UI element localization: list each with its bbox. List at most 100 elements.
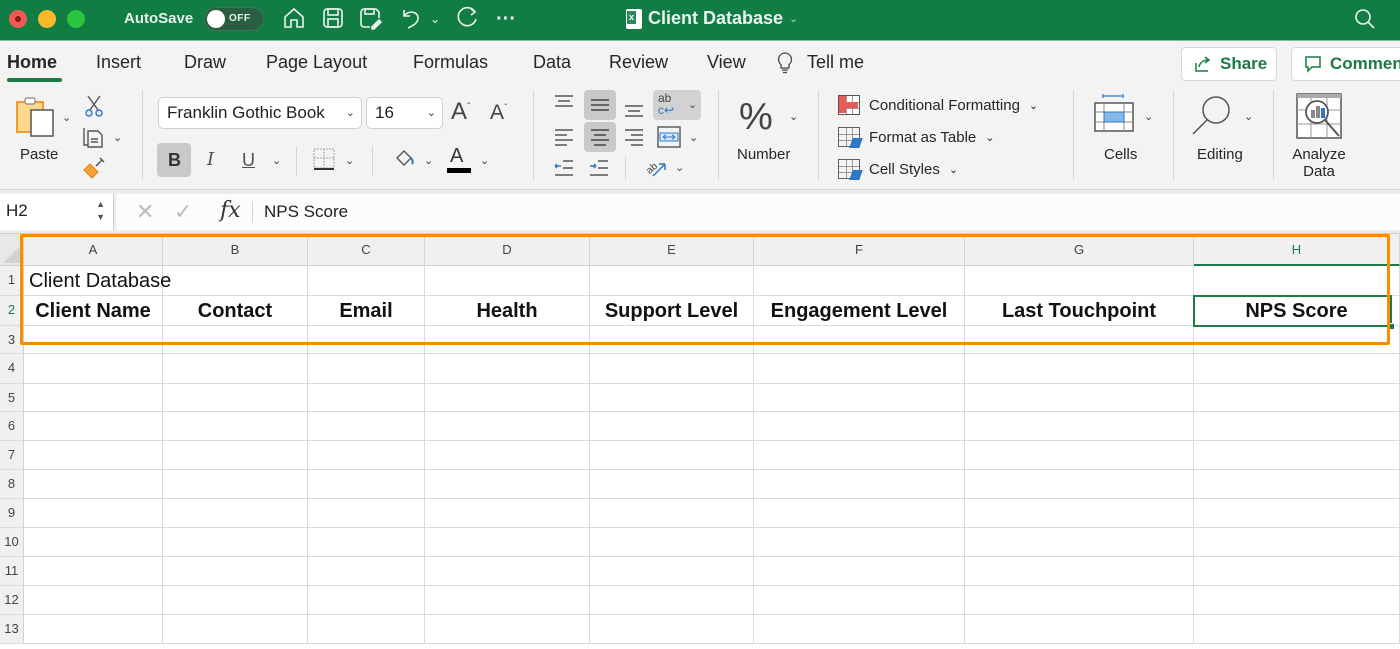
increase-indent-icon[interactable] <box>588 158 610 178</box>
cell-e5[interactable] <box>590 384 754 412</box>
cell-g9[interactable] <box>965 499 1194 528</box>
cell-c10[interactable] <box>308 528 425 557</box>
cell-c2[interactable]: Email <box>308 296 425 326</box>
cell-c4[interactable] <box>308 354 425 384</box>
cell-h5[interactable] <box>1194 384 1400 412</box>
cell-b8[interactable] <box>163 470 308 499</box>
cell-h10[interactable] <box>1194 528 1400 557</box>
column-header-f[interactable]: F <box>754 234 965 266</box>
cell-e12[interactable] <box>590 586 754 615</box>
cell-a3[interactable] <box>24 326 163 354</box>
cell-styles-button[interactable]: Cell Styles ⌄ <box>838 156 958 182</box>
cell-e4[interactable] <box>590 354 754 384</box>
row-header-5[interactable]: 5 <box>0 384 24 412</box>
cell-e2[interactable]: Support Level <box>590 296 754 326</box>
cell-d5[interactable] <box>425 384 590 412</box>
cell-a2[interactable]: Client Name <box>24 296 163 326</box>
cut-icon[interactable] <box>84 94 104 118</box>
align-top-icon[interactable] <box>553 94 575 112</box>
column-header-a[interactable]: A <box>24 234 163 266</box>
minimize-window-button[interactable] <box>38 10 56 28</box>
more-icon[interactable]: ··· <box>494 6 518 32</box>
tell-me-search[interactable]: Tell me <box>807 52 864 73</box>
cell-h12[interactable] <box>1194 586 1400 615</box>
row-header-13[interactable]: 13 <box>0 615 24 644</box>
cell-e6[interactable] <box>590 412 754 441</box>
cell-f2[interactable]: Engagement Level <box>754 296 965 326</box>
cell-a13[interactable] <box>24 615 163 644</box>
name-box[interactable]: H2 ▲ ▼ <box>0 194 114 230</box>
column-header-d[interactable]: D <box>425 234 590 266</box>
align-bottom-icon[interactable] <box>623 100 645 118</box>
cell-c13[interactable] <box>308 615 425 644</box>
column-header-g[interactable]: G <box>965 234 1194 266</box>
wrap-text-button[interactable]: ab c↩ ⌄ <box>653 90 701 120</box>
cell-a7[interactable] <box>24 441 163 470</box>
search-icon[interactable] <box>1354 8 1376 30</box>
cell-c8[interactable] <box>308 470 425 499</box>
tab-insert[interactable]: Insert <box>96 52 141 73</box>
editing-search-icon[interactable] <box>1190 94 1234 138</box>
cell-a12[interactable] <box>24 586 163 615</box>
cell-h11[interactable] <box>1194 557 1400 586</box>
cell-h13[interactable] <box>1194 615 1400 644</box>
cell-f7[interactable] <box>754 441 965 470</box>
cell-e10[interactable] <box>590 528 754 557</box>
tab-data[interactable]: Data <box>533 52 571 73</box>
cell-a9[interactable] <box>24 499 163 528</box>
redo-icon[interactable] <box>454 6 480 32</box>
row-header-9[interactable]: 9 <box>0 499 24 528</box>
cancel-formula-icon[interactable]: ✕ <box>136 199 154 225</box>
cell-d2[interactable]: Health <box>425 296 590 326</box>
cell-b4[interactable] <box>163 354 308 384</box>
fill-color-icon[interactable] <box>394 148 416 168</box>
save-as-icon[interactable] <box>357 6 383 32</box>
cell-h9[interactable] <box>1194 499 1400 528</box>
cell-a5[interactable] <box>24 384 163 412</box>
undo-icon[interactable] <box>398 6 424 32</box>
underline-button[interactable]: U <box>242 151 255 169</box>
cell-e8[interactable] <box>590 470 754 499</box>
cell-e9[interactable] <box>590 499 754 528</box>
cell-b9[interactable] <box>163 499 308 528</box>
format-painter-icon[interactable] <box>82 156 106 180</box>
copy-icon[interactable] <box>82 125 104 149</box>
document-title[interactable]: Client Database ⌄ <box>626 8 798 29</box>
row-header-2[interactable]: 2 <box>0 296 24 326</box>
cell-c7[interactable] <box>308 441 425 470</box>
share-button[interactable]: Share <box>1181 47 1277 81</box>
cell-b3[interactable] <box>163 326 308 354</box>
orientation-icon[interactable]: ab <box>643 154 669 180</box>
cell-c9[interactable] <box>308 499 425 528</box>
column-header-e[interactable]: E <box>590 234 754 266</box>
cell-h4[interactable] <box>1194 354 1400 384</box>
cell-d13[interactable] <box>425 615 590 644</box>
fill-color-dropdown-chevron-icon[interactable]: ⌄ <box>424 154 433 167</box>
cell-d1[interactable] <box>425 266 590 296</box>
cell-a11[interactable] <box>24 557 163 586</box>
tab-formulas[interactable]: Formulas <box>413 52 488 73</box>
cell-f3[interactable] <box>754 326 965 354</box>
cell-d10[interactable] <box>425 528 590 557</box>
cell-g10[interactable] <box>965 528 1194 557</box>
zoom-window-button[interactable] <box>67 10 85 28</box>
row-header-11[interactable]: 11 <box>0 557 24 586</box>
analyze-data-icon[interactable] <box>1295 92 1345 142</box>
decrease-font-size-icon[interactable]: Aˇ <box>490 102 507 123</box>
undo-dropdown-chevron-icon[interactable]: ⌄ <box>428 6 442 32</box>
cell-d9[interactable] <box>425 499 590 528</box>
align-center-button[interactable] <box>584 122 616 152</box>
cell-a8[interactable] <box>24 470 163 499</box>
decrease-indent-icon[interactable] <box>553 158 575 178</box>
column-header-h[interactable]: H <box>1194 234 1400 266</box>
tab-draw[interactable]: Draw <box>184 52 226 73</box>
cell-d4[interactable] <box>425 354 590 384</box>
cell-a6[interactable] <box>24 412 163 441</box>
close-window-button[interactable] <box>9 10 27 28</box>
cell-h1[interactable] <box>1194 266 1400 296</box>
row-header-1[interactable]: 1 <box>0 266 24 296</box>
cell-g2[interactable]: Last Touchpoint <box>965 296 1194 326</box>
row-header-12[interactable]: 12 <box>0 586 24 615</box>
cell-b10[interactable] <box>163 528 308 557</box>
cell-g13[interactable] <box>965 615 1194 644</box>
